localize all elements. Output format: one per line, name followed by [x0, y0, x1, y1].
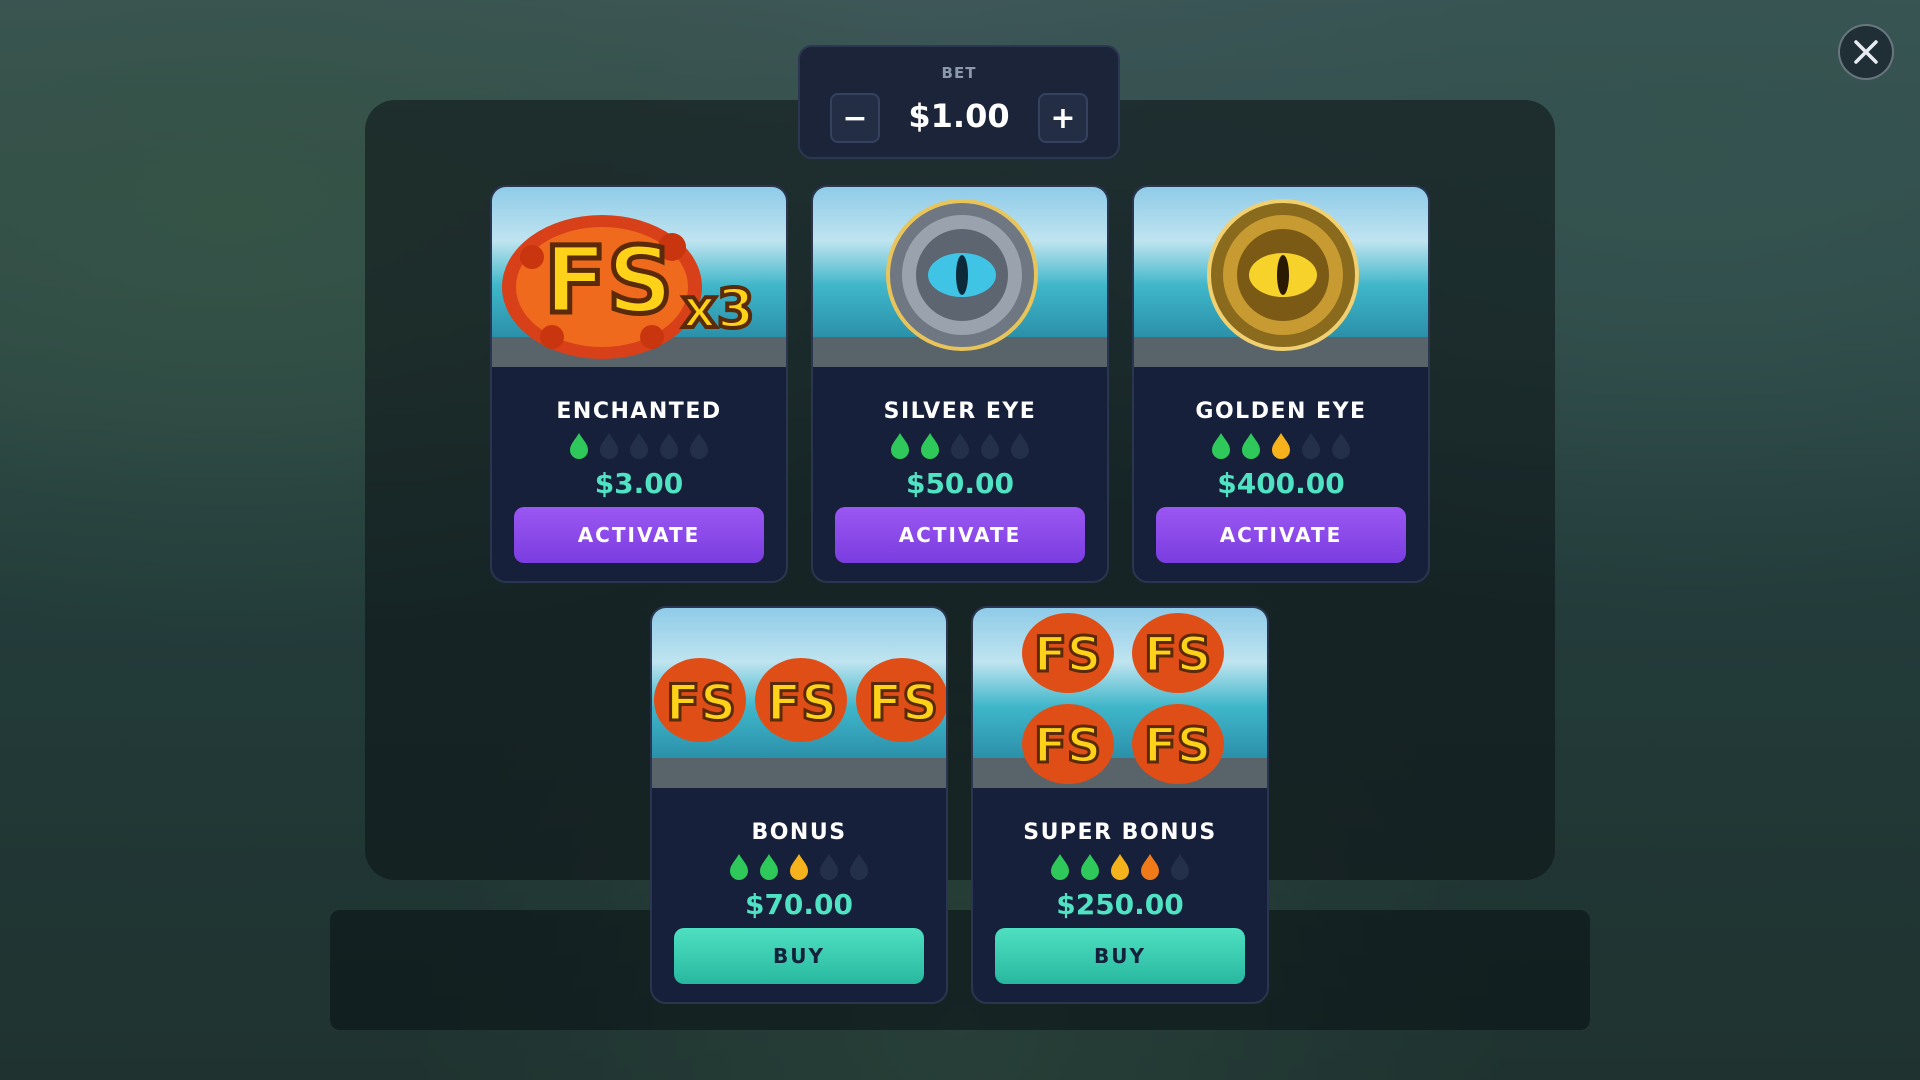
volatility-drop-filled-icon	[1272, 433, 1290, 459]
volatility-drop-empty-icon	[1332, 433, 1350, 459]
card-enchanted: FS x3 ENCHANTED $3.00 ACTIVATE	[490, 185, 788, 583]
volatility-drop-empty-icon	[1011, 433, 1029, 459]
volatility-rating	[813, 431, 1107, 459]
svg-text:FS: FS	[1034, 627, 1101, 683]
card-price: $50.00	[905, 467, 1015, 500]
volatility-drop-empty-icon	[951, 433, 969, 459]
bet-label: BET	[941, 64, 977, 82]
card-price: $400.00	[1217, 467, 1345, 500]
fs-x3-badge-icon: FS x3	[492, 187, 786, 367]
volatility-drop-empty-icon	[660, 433, 678, 459]
activate-button[interactable]: ACTIVATE	[1156, 507, 1406, 563]
buy-button[interactable]: BUY	[674, 928, 924, 984]
volatility-drop-filled-icon	[790, 854, 808, 880]
card-title: ENCHANTED	[556, 399, 722, 424]
three-fs-badges-icon: FS FS FS	[652, 608, 946, 788]
volatility-drop-filled-icon	[1111, 854, 1129, 880]
svg-text:FS: FS	[666, 674, 736, 732]
volatility-drop-filled-icon	[1141, 854, 1159, 880]
card-title: SILVER EYE	[883, 399, 1037, 424]
card-title: BONUS	[751, 820, 847, 845]
golden-eye-coin-icon	[1134, 187, 1428, 367]
svg-text:FS: FS	[868, 674, 938, 732]
bet-decrease-button[interactable]: −	[830, 93, 880, 143]
activate-button[interactable]: ACTIVATE	[514, 507, 764, 563]
volatility-rating	[492, 431, 786, 459]
volatility-drop-filled-icon	[1051, 854, 1069, 880]
volatility-drop-empty-icon	[850, 854, 868, 880]
four-fs-badges-icon: FS FS FS FS	[973, 608, 1267, 788]
volatility-drop-empty-icon	[981, 433, 999, 459]
volatility-drop-empty-icon	[820, 854, 838, 880]
buy-button[interactable]: BUY	[995, 928, 1245, 984]
card-golden-eye: GOLDEN EYE $400.00 ACTIVATE	[1132, 185, 1430, 583]
card-price: $250.00	[1056, 888, 1184, 921]
card-price: $70.00	[744, 888, 854, 921]
close-button[interactable]	[1838, 24, 1894, 80]
volatility-drop-empty-icon	[600, 433, 618, 459]
svg-text:FS: FS	[544, 227, 673, 334]
silver-eye-coin-icon	[813, 187, 1107, 367]
volatility-rating	[1134, 431, 1428, 459]
volatility-drop-filled-icon	[730, 854, 748, 880]
volatility-drop-filled-icon	[1081, 854, 1099, 880]
volatility-drop-filled-icon	[570, 433, 588, 459]
activate-button[interactable]: ACTIVATE	[835, 507, 1085, 563]
svg-text:FS: FS	[767, 674, 837, 732]
card-title: GOLDEN EYE	[1195, 399, 1367, 424]
volatility-drop-filled-icon	[891, 433, 909, 459]
bet-panel: BET − $1.00 +	[798, 45, 1120, 159]
volatility-drop-filled-icon	[921, 433, 939, 459]
svg-text:x3: x3	[682, 277, 754, 340]
volatility-drop-filled-icon	[1212, 433, 1230, 459]
card-bonus: FS FS FS BONUS $70.00 BUY	[650, 606, 948, 1004]
volatility-drop-empty-icon	[630, 433, 648, 459]
bet-increase-button[interactable]: +	[1038, 93, 1088, 143]
volatility-rating	[652, 852, 946, 880]
svg-text:FS: FS	[1144, 627, 1211, 683]
svg-text:FS: FS	[1034, 718, 1101, 774]
volatility-drop-empty-icon	[1171, 854, 1189, 880]
card-price: $3.00	[594, 467, 684, 500]
card-silver-eye: SILVER EYE $50.00 ACTIVATE	[811, 185, 1109, 583]
card-title: SUPER BONUS	[1023, 820, 1217, 845]
svg-text:FS: FS	[1144, 718, 1211, 774]
bet-value: $1.00	[908, 97, 1010, 135]
volatility-drop-empty-icon	[1302, 433, 1320, 459]
close-icon	[1854, 40, 1878, 64]
volatility-rating	[973, 852, 1267, 880]
card-super-bonus: FS FS FS FS SUPER BONUS $250.00 BUY	[971, 606, 1269, 1004]
volatility-drop-filled-icon	[1242, 433, 1260, 459]
volatility-drop-empty-icon	[690, 433, 708, 459]
volatility-drop-filled-icon	[760, 854, 778, 880]
